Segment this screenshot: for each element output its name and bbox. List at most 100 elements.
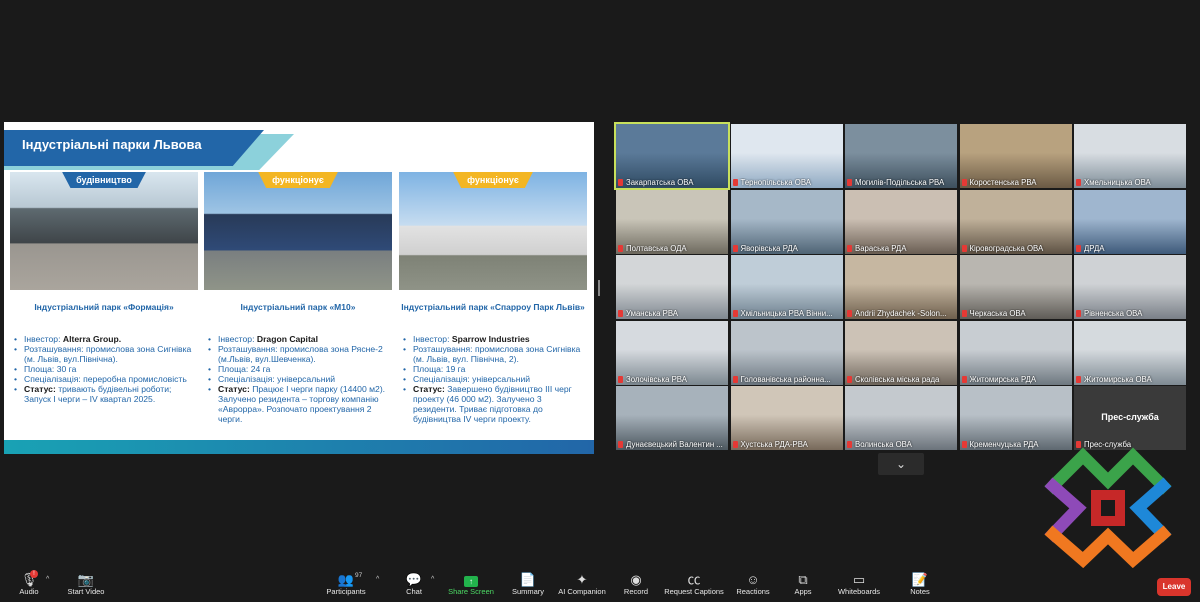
detail-investor: Інвестор: Alterra Group. bbox=[14, 334, 198, 344]
audio-alert-badge: ! bbox=[30, 570, 38, 578]
park-details: Інвестор: Dragon Capital Розташування: п… bbox=[204, 334, 392, 424]
participant-name: Черкаська ОВА bbox=[961, 309, 1070, 318]
microphone-icon: 🎙 bbox=[20, 572, 38, 587]
video-tile[interactable]: Хустська РДА-РВА bbox=[730, 386, 843, 450]
participant-name: Житомирська ОВА bbox=[1076, 375, 1184, 384]
video-tile[interactable]: Золочівська РВА bbox=[616, 320, 728, 385]
participants-options-caret[interactable]: ^ bbox=[376, 576, 379, 583]
video-tile[interactable]: Хмельницька ОВА bbox=[1074, 124, 1186, 188]
detail-area: Площа: 19 га bbox=[403, 364, 587, 374]
panel-resize-handle[interactable] bbox=[598, 280, 600, 296]
participant-name: Уманська РВА bbox=[618, 309, 726, 318]
ornament-logo-icon bbox=[1044, 447, 1172, 569]
share-screen-icon: ↑ bbox=[448, 572, 494, 587]
video-tile[interactable]: Прес-служба Прес-служба bbox=[1074, 386, 1186, 450]
record-button[interactable]: ◉ Record bbox=[622, 572, 650, 596]
participant-name: Волинська ОВА bbox=[847, 440, 955, 449]
park-name: Індустріальний парк «М10» bbox=[240, 302, 356, 312]
reactions-button[interactable]: ☺ Reactions bbox=[736, 572, 770, 596]
detail-location: Розташування: промислова зона Сигнівка (… bbox=[14, 344, 198, 364]
park-photo-2: функціонує bbox=[204, 172, 392, 290]
video-tile[interactable]: Кременчуцька РДА bbox=[959, 386, 1072, 450]
detail-area: Площа: 30 га bbox=[14, 364, 198, 374]
video-tile[interactable]: Полтавська ОДА bbox=[616, 189, 728, 254]
video-tile[interactable]: Сколівська міська рада bbox=[845, 320, 957, 385]
park-details: Інвестор: Alterra Group. Розташування: п… bbox=[10, 334, 198, 404]
detail-status: Статус: тривають будівельні роботи; Запу… bbox=[14, 384, 198, 404]
slide-footer-bar bbox=[4, 440, 594, 454]
video-tile[interactable]: Уманська РВА bbox=[616, 255, 728, 319]
video-tile[interactable]: Могилів-Подільська РВА bbox=[845, 124, 957, 188]
video-tile[interactable]: Голованівська районна... bbox=[730, 320, 843, 385]
start-video-button[interactable]: 📷 Start Video bbox=[64, 572, 108, 596]
share-screen-button[interactable]: ↑ Share Screen bbox=[448, 572, 494, 596]
detail-location: Розташування: промислова зона Рясне-2 (м… bbox=[208, 344, 392, 364]
zoom-meeting-window: Індустріальні парки Львова будівництво І… bbox=[0, 0, 1200, 602]
participant-name: Золочівська РВА bbox=[618, 375, 726, 384]
participant-name: Andrii Zhydachek -Solon... bbox=[847, 309, 955, 318]
park-column-2: функціонує Індустріальний парк «М10» Інв… bbox=[204, 172, 392, 424]
participant-name: Рівненська ОВА bbox=[1076, 309, 1184, 318]
chat-options-caret[interactable]: ^ bbox=[431, 576, 434, 583]
participant-name: Житомирська РДА bbox=[961, 375, 1070, 384]
video-tile[interactable]: Черкаська ОВА bbox=[959, 255, 1072, 319]
shared-screen-slide: Індустріальні парки Львова будівництво І… bbox=[4, 122, 594, 454]
detail-location: Розташування: промислова зона Сигнівка (… bbox=[403, 344, 587, 364]
video-tile[interactable]: Коростенська РВА bbox=[959, 124, 1072, 188]
video-tile[interactable]: Закарпатська ОВА bbox=[614, 122, 730, 190]
video-tile[interactable]: Тернопільська ОВА bbox=[730, 124, 843, 188]
park-column-1: будівництво Індустріальний парк «Формаці… bbox=[10, 172, 198, 404]
chevron-down-icon: ⌄ bbox=[895, 457, 907, 471]
park-name: Індустріальний парк «Спарроу Парк Львів» bbox=[401, 302, 585, 312]
whiteboards-button[interactable]: ▭ Whiteboards bbox=[836, 572, 882, 596]
park-details: Інвестор: Sparrow Industries Розташуванн… bbox=[399, 334, 587, 424]
whiteboard-icon: ▭ bbox=[852, 572, 866, 587]
detail-investor: Інвестор: Sparrow Industries bbox=[403, 334, 587, 344]
detail-status: Статус: Завершено будівництво III черг п… bbox=[403, 384, 587, 424]
captions-icon: ㏄ bbox=[687, 572, 701, 587]
apps-button[interactable]: ⧉ Apps bbox=[790, 572, 816, 596]
video-tile[interactable]: Рівненська ОВА bbox=[1074, 255, 1186, 319]
participant-name: Могилів-Подільська РВА bbox=[847, 178, 955, 187]
participant-name: Полтавська ОДА bbox=[618, 244, 726, 253]
detail-specialization: Спеціалізація: переробна промисловість bbox=[14, 374, 198, 384]
park-status-badge: функціонує bbox=[453, 172, 533, 188]
participant-name: Хмільницька РВА Вінни... bbox=[732, 309, 841, 318]
notes-icon: 📝 bbox=[911, 572, 929, 587]
chat-button[interactable]: 💬 Chat bbox=[400, 572, 428, 596]
sparkle-icon: ✦ bbox=[576, 572, 588, 587]
record-icon: ◉ bbox=[630, 572, 642, 587]
park-status-badge: будівництво bbox=[62, 172, 146, 188]
summary-icon: 📄 bbox=[519, 572, 537, 587]
audio-button[interactable]: 🎙 Audio bbox=[14, 572, 44, 596]
audio-options-caret[interactable]: ^ bbox=[46, 576, 49, 583]
chat-icon: 💬 bbox=[405, 572, 423, 587]
video-tile[interactable]: Житомирська РДА bbox=[959, 320, 1072, 385]
video-tile[interactable]: Хмільницька РВА Вінни... bbox=[730, 255, 843, 319]
video-tile[interactable]: Дунаєвецький Валентин ... bbox=[616, 386, 728, 450]
park-name: Індустріальний парк «Формація» bbox=[34, 302, 174, 312]
video-tile[interactable]: ДРДА bbox=[1074, 189, 1186, 254]
participants-count: 97 bbox=[355, 572, 363, 579]
leave-button[interactable]: Leave bbox=[1157, 578, 1191, 596]
video-tile[interactable]: Волинська ОВА bbox=[845, 386, 957, 450]
participant-name: Закарпатська ОВА bbox=[618, 178, 726, 187]
video-tile[interactable]: Житомирська ОВА bbox=[1074, 320, 1186, 385]
park-photo-1: будівництво bbox=[10, 172, 198, 290]
park-status-badge: функціонує bbox=[258, 172, 338, 188]
gallery-next-page-button[interactable]: ⌄ bbox=[878, 453, 924, 475]
participant-name: Дунаєвецький Валентин ... bbox=[618, 440, 726, 449]
video-tile[interactable]: Кіровоградська ОВА bbox=[959, 189, 1072, 254]
video-tile[interactable]: Яворівська РДА bbox=[730, 189, 843, 254]
slide-title: Індустріальні парки Львова bbox=[22, 137, 202, 152]
participant-name: Яворівська РДА bbox=[732, 244, 841, 253]
video-tile[interactable]: Вараська РДА bbox=[845, 189, 957, 254]
ai-companion-button[interactable]: ✦ AI Companion bbox=[556, 572, 608, 596]
summary-button[interactable]: 📄 Summary bbox=[510, 572, 546, 596]
detail-area: Площа: 24 га bbox=[208, 364, 392, 374]
request-captions-button[interactable]: ㏄ Request Captions bbox=[664, 572, 724, 596]
notes-button[interactable]: 📝 Notes bbox=[906, 572, 934, 596]
apps-icon: ⧉ bbox=[798, 572, 808, 587]
detail-specialization: Спеціалізація: універсальний bbox=[403, 374, 587, 384]
video-tile[interactable]: Andrii Zhydachek -Solon... bbox=[845, 255, 957, 319]
